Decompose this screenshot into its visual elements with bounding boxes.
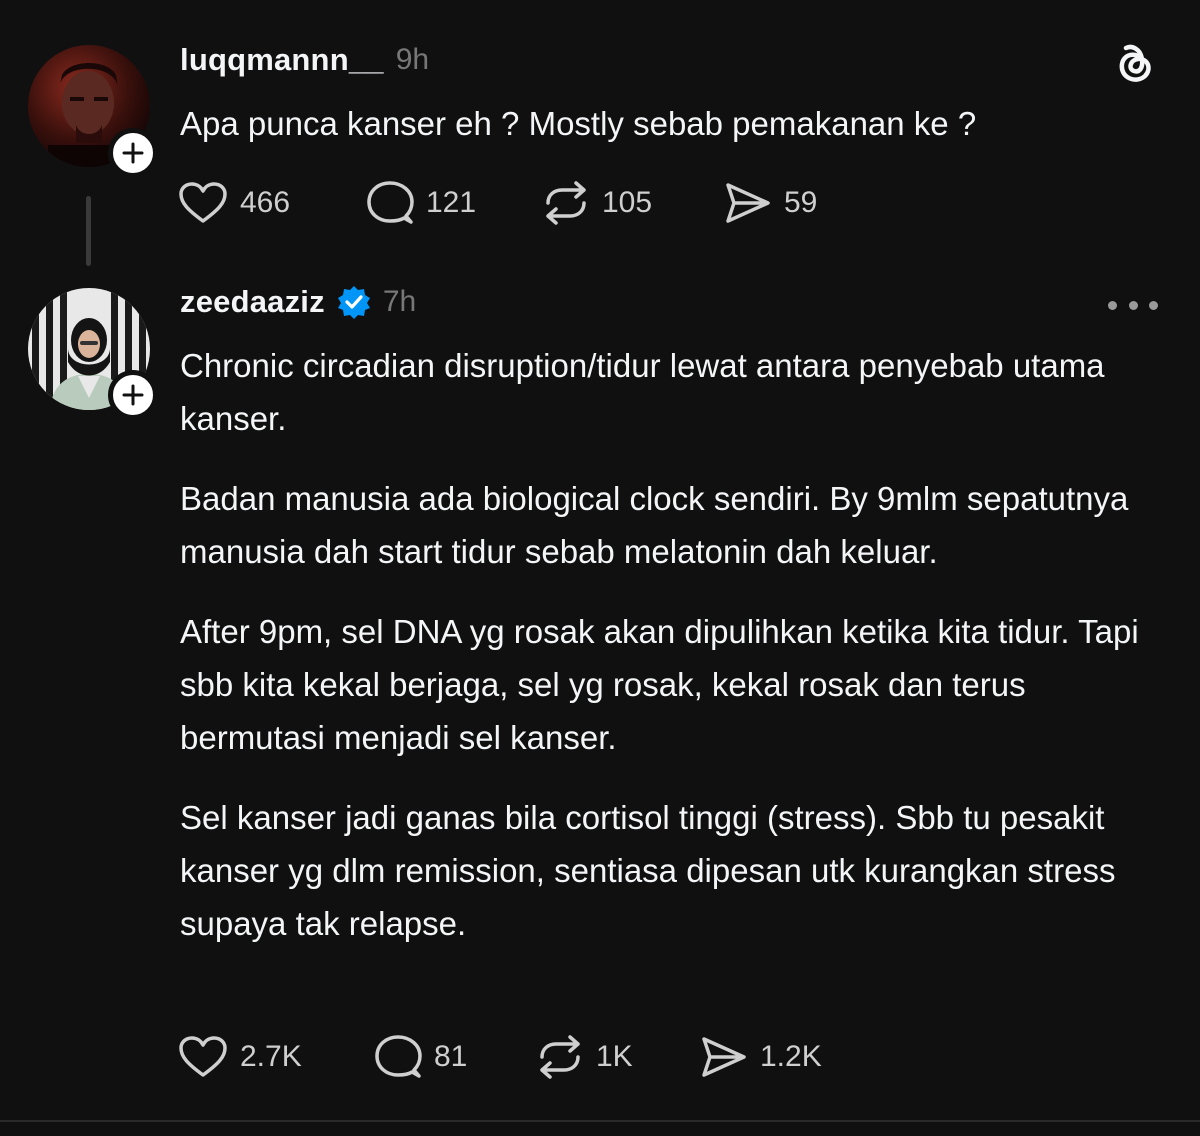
plus-icon — [122, 384, 144, 406]
verified-badge-icon — [337, 285, 371, 319]
like-count: 2.7K — [240, 1040, 302, 1073]
repost-count: 1K — [596, 1040, 633, 1073]
post-text: Chronic circadian disruption/tidur lewat… — [180, 339, 1170, 950]
post-header: zeedaaziz 7h — [180, 284, 416, 320]
action-bar: 2.7K 81 1K 1.2K — [178, 1032, 822, 1082]
paragraph: Chronic circadian disruption/tidur lewat… — [180, 347, 1105, 437]
send-icon — [702, 1037, 746, 1077]
more-options-icon[interactable] — [1108, 290, 1158, 320]
paragraph: Sel kanser jadi ganas bila cortisol ting… — [180, 799, 1116, 942]
comment-icon — [375, 1035, 422, 1078]
share-count: 1.2K — [760, 1040, 822, 1073]
bottom-divider — [0, 1120, 1200, 1122]
post-zeedaaziz: zeedaaziz 7h Chronic circadian disruptio… — [0, 0, 1200, 1120]
reply-button[interactable]: 81 — [374, 1034, 536, 1080]
share-button[interactable]: 1.2K — [700, 1035, 822, 1079]
timestamp: 7h — [382, 285, 417, 318]
repost-icon — [540, 1035, 580, 1079]
username[interactable]: zeedaaziz — [180, 284, 325, 320]
heart-icon — [179, 1036, 227, 1077]
paragraph: Badan manusia ada biological clock sendi… — [180, 480, 1129, 570]
paragraph: After 9pm, sel DNA yg rosak akan dipulih… — [180, 613, 1139, 756]
follow-plus-button[interactable] — [108, 370, 158, 420]
repost-button[interactable]: 1K — [536, 1035, 700, 1079]
like-button[interactable]: 2.7K — [178, 1035, 374, 1079]
reply-count: 81 — [434, 1040, 468, 1073]
